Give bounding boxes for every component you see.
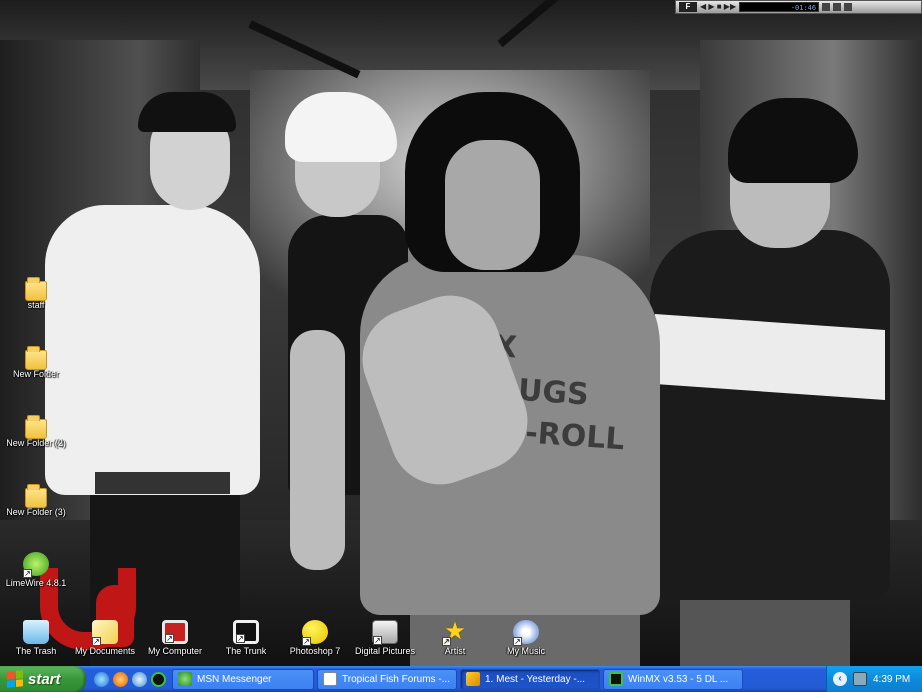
shortcut-arrow-icon: ↗ bbox=[165, 634, 174, 643]
winmx-icon bbox=[609, 672, 623, 686]
shortcut-arrow-icon: ↗ bbox=[442, 637, 451, 646]
taskbar: start MSN Messenger Tropical Fish Forums… bbox=[0, 666, 922, 692]
desktop-icon-label: staff bbox=[27, 300, 45, 310]
wallpaper-person-3-face bbox=[445, 140, 540, 270]
desktop-icon-label: The Trunk bbox=[225, 646, 267, 656]
taskbar-button-label: WinMX v3.53 - 5 DL ... bbox=[628, 673, 729, 685]
my-computer-icon: ↗ bbox=[162, 620, 188, 644]
taskbar-button-label: 1. Mest - Yesterday -... bbox=[485, 673, 586, 685]
trunk-icon: ↗ bbox=[233, 620, 259, 644]
desktop-icon-label: My Computer bbox=[147, 646, 202, 656]
desktop-icon-my-music[interactable]: ↗ My Music bbox=[490, 620, 562, 657]
folder-icon bbox=[25, 277, 47, 301]
taskbar-button-winmx[interactable]: WinMX v3.53 - 5 DL ... bbox=[603, 668, 743, 690]
winamp-mini-player[interactable]: F ◀ ▶ ■ ▶▶ -01:46 bbox=[675, 0, 922, 14]
shortcut-arrow-icon: ↗ bbox=[513, 637, 522, 646]
shortcut-arrow-icon: ↗ bbox=[236, 634, 245, 643]
wallpaper-person-1-shirt bbox=[45, 205, 260, 495]
quick-launch bbox=[86, 671, 172, 687]
windows-flag-icon bbox=[7, 670, 23, 688]
folder-icon bbox=[25, 346, 47, 370]
desktop-icon-photoshop-7[interactable]: ↗ Photoshop 7 bbox=[279, 620, 351, 657]
desktop[interactable]: EX DRUGS K-N-ROLL staff New Folder New F… bbox=[0, 0, 922, 666]
star-icon: ★ ↗ bbox=[442, 618, 466, 646]
msn-icon bbox=[178, 672, 192, 686]
taskbar-button-label: MSN Messenger bbox=[197, 673, 272, 685]
desktop-icon-digital-pictures[interactable]: ↗ Digital Pictures bbox=[349, 620, 421, 657]
winamp-logo-icon[interactable]: F bbox=[679, 2, 697, 12]
firefox-icon[interactable] bbox=[113, 671, 128, 687]
taskbar-button-msn-messenger[interactable]: MSN Messenger bbox=[172, 668, 314, 690]
desktop-icon-label: New Folder (3) bbox=[6, 507, 66, 517]
desktop-icon-label: Artist bbox=[444, 646, 466, 656]
my-music-icon: ↗ bbox=[513, 620, 539, 646]
digital-pictures-icon: ↗ bbox=[372, 620, 398, 645]
shortcut-arrow-icon: ↗ bbox=[302, 637, 311, 646]
desktop-icon-new-folder-3[interactable]: New Folder (3) bbox=[0, 484, 72, 518]
desktop-icon-label: My Music bbox=[507, 646, 545, 656]
desktop-icon-my-computer[interactable]: ↗ My Computer bbox=[139, 620, 211, 657]
browser-window-icon bbox=[323, 672, 337, 686]
desktop-icon-the-trash[interactable]: The Trash bbox=[0, 620, 72, 657]
network-icon[interactable] bbox=[853, 672, 867, 686]
winamp-icon bbox=[466, 672, 480, 686]
desktop-icon-new-folder[interactable]: New Folder bbox=[0, 346, 72, 380]
system-tray: ‹ 4:39 PM bbox=[826, 666, 922, 692]
desktop-icon-label: Photoshop 7 bbox=[289, 646, 341, 656]
winamp-shade-button[interactable] bbox=[822, 3, 831, 11]
internet-explorer-icon[interactable] bbox=[94, 671, 109, 687]
winamp-minimize-button[interactable] bbox=[833, 3, 842, 11]
taskbar-button-tropical-fish-forums[interactable]: Tropical Fish Forums -... bbox=[317, 668, 457, 690]
desktop-icon-new-folder-2[interactable]: New Folder (2) bbox=[0, 415, 72, 449]
desktop-icon-label: LimeWire 4.8.1 bbox=[5, 578, 67, 588]
desktop-icon-label: Digital Pictures bbox=[354, 646, 416, 656]
my-documents-icon: ↗ bbox=[92, 620, 118, 646]
shortcut-arrow-icon: ↗ bbox=[373, 636, 382, 645]
recycle-bin-icon bbox=[23, 620, 49, 644]
winamp-time-display: -01:46 bbox=[739, 2, 820, 12]
clock[interactable]: 4:39 PM bbox=[873, 674, 910, 685]
shortcut-arrow-icon: ↗ bbox=[23, 569, 32, 578]
wallpaper-person-2-arm bbox=[290, 330, 345, 570]
ie-alt-icon[interactable] bbox=[132, 671, 147, 687]
desktop-icon-my-documents[interactable]: ↗ My Documents bbox=[69, 620, 141, 657]
photoshop-icon: ↗ bbox=[302, 620, 328, 646]
desktop-icon-staff[interactable]: staff bbox=[0, 277, 72, 311]
winmx-icon[interactable] bbox=[151, 671, 166, 687]
wallpaper-person-4-jacket bbox=[650, 230, 890, 600]
desktop-icon-label: New Folder bbox=[12, 369, 59, 379]
wallpaper-person-1-cap bbox=[138, 92, 236, 132]
start-label: start bbox=[28, 670, 61, 688]
start-button[interactable]: start bbox=[0, 666, 86, 692]
desktop-icon-label: The Trash bbox=[15, 646, 57, 656]
folder-icon bbox=[25, 484, 47, 508]
desktop-icon-the-trunk[interactable]: ↗ The Trunk bbox=[210, 620, 282, 657]
shortcut-arrow-icon: ↗ bbox=[92, 637, 101, 646]
limewire-icon: ↗ bbox=[23, 552, 49, 578]
winamp-close-button[interactable] bbox=[844, 3, 853, 11]
wallpaper-person-1-belt bbox=[95, 472, 230, 494]
show-hidden-icons-chevron-icon[interactable]: ‹ bbox=[833, 672, 847, 686]
taskbar-button-label: Tropical Fish Forums -... bbox=[342, 673, 450, 685]
desktop-icon-limewire[interactable]: ↗ LimeWire 4.8.1 bbox=[0, 552, 72, 589]
taskbar-button-winamp[interactable]: 1. Mest - Yesterday -... bbox=[460, 668, 600, 690]
folder-icon bbox=[25, 415, 47, 439]
desktop-icon-label: My Documents bbox=[74, 646, 136, 656]
desktop-icon-artist[interactable]: ★ ↗ Artist bbox=[419, 620, 491, 657]
desktop-icon-label: New Folder (2) bbox=[6, 438, 66, 448]
winamp-playback-controls[interactable]: ◀ ▶ ■ ▶▶ bbox=[700, 2, 736, 12]
